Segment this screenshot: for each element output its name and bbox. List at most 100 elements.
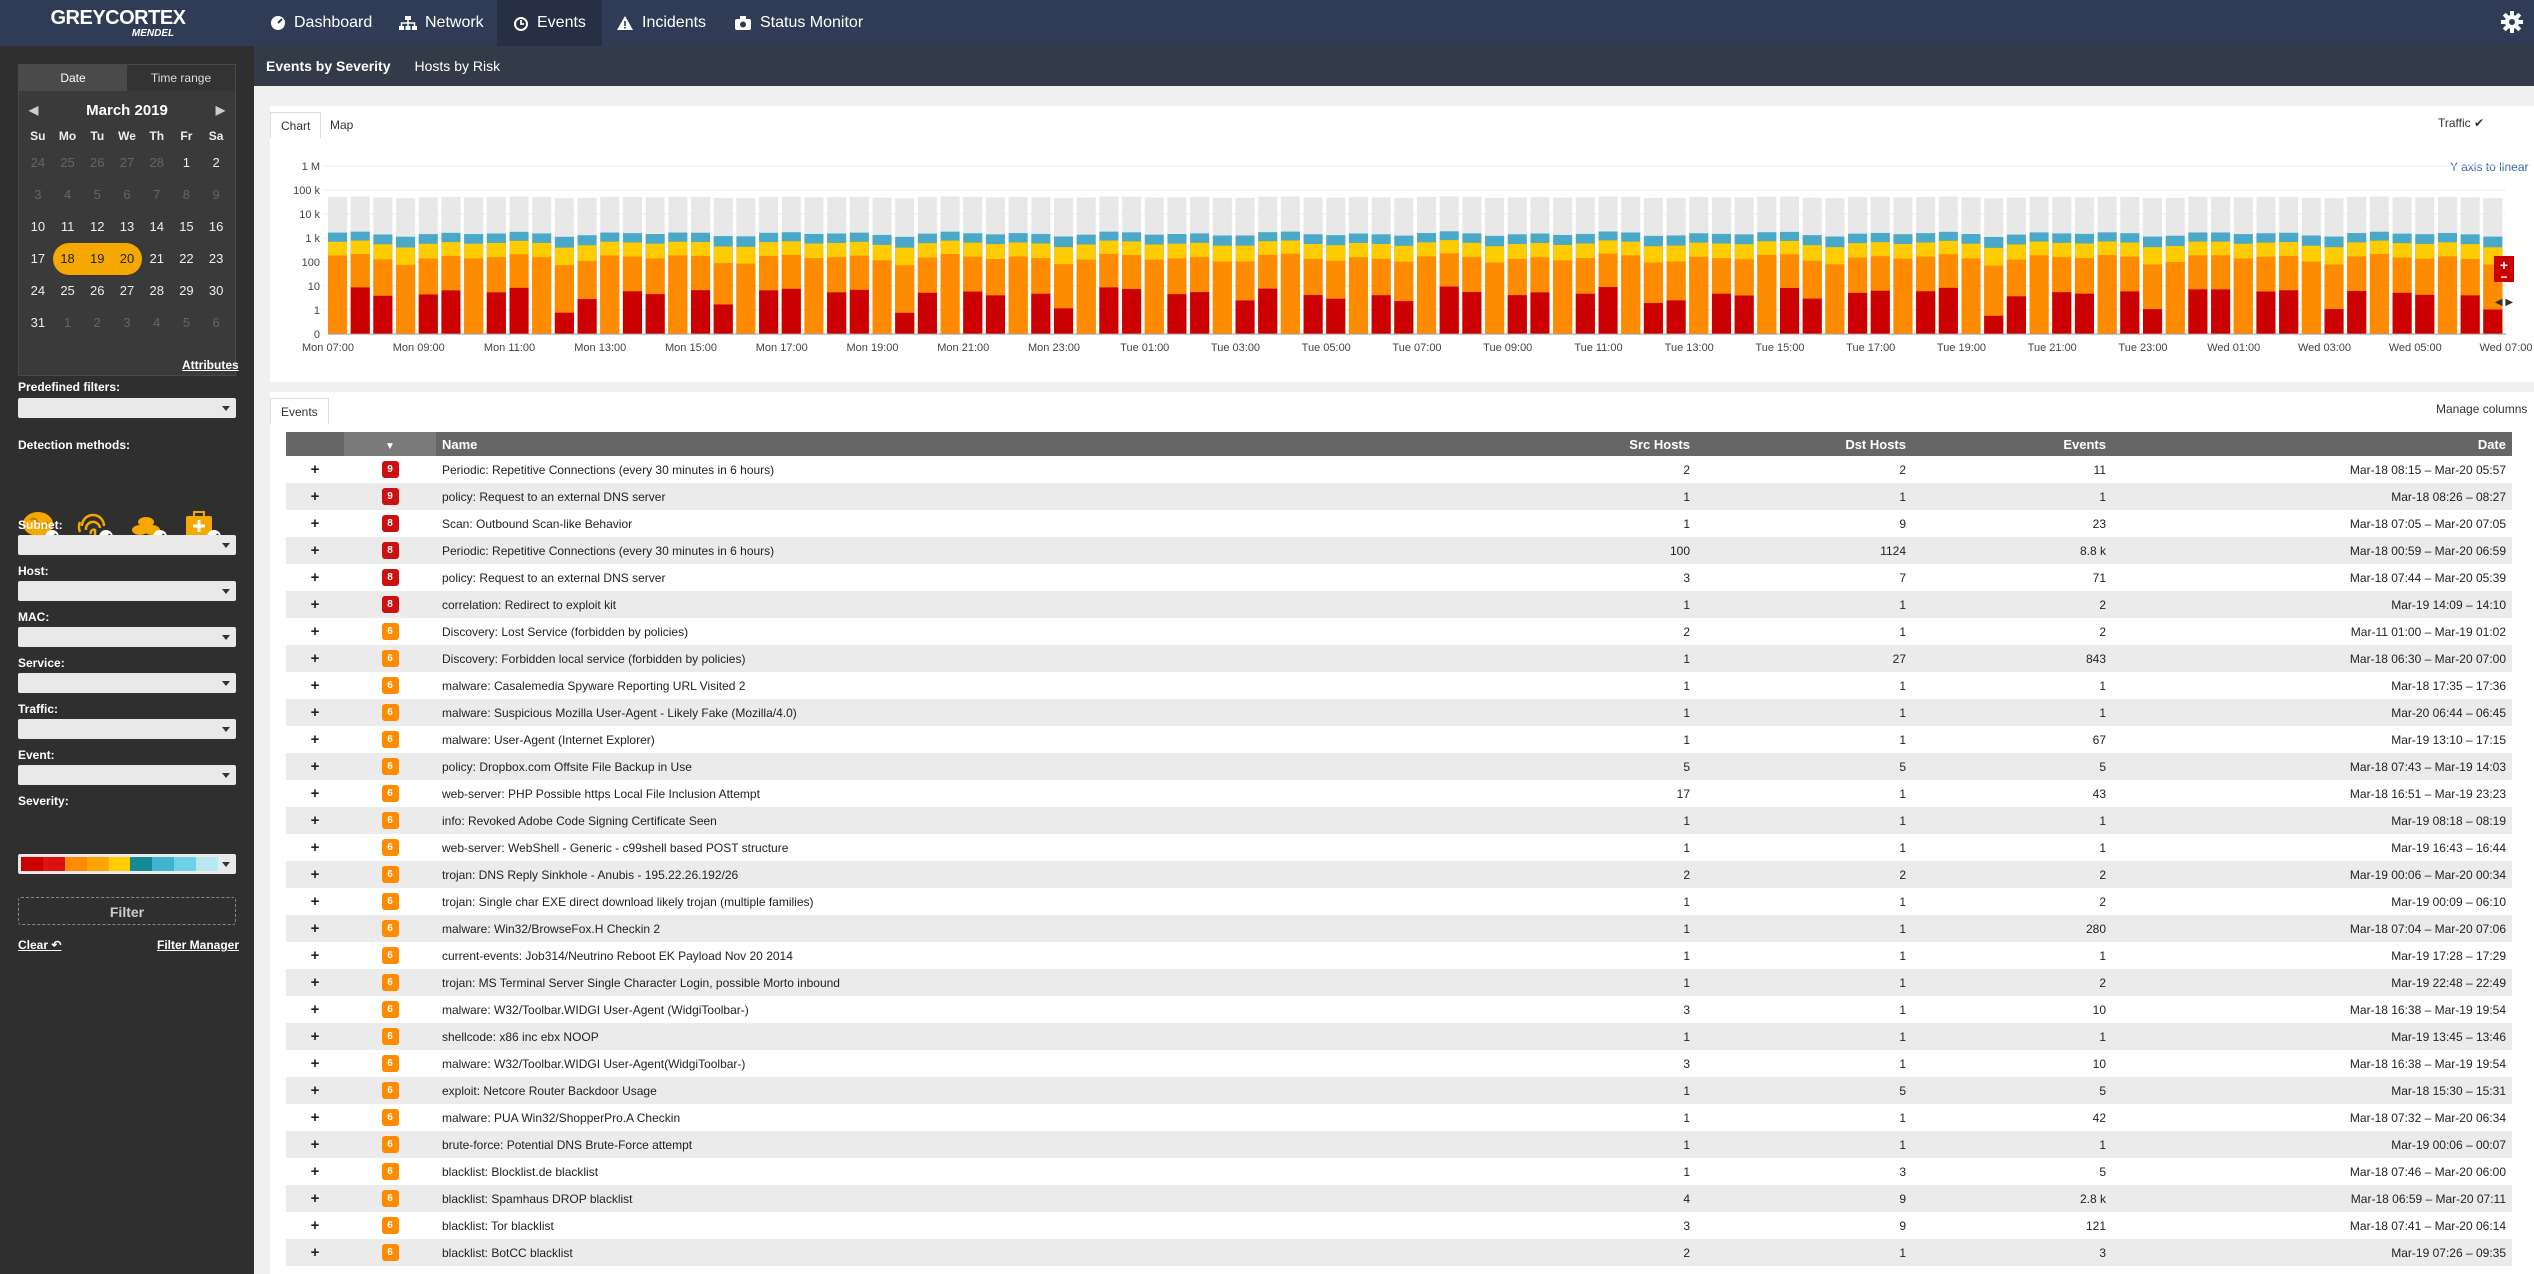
event-name-cell[interactable]: trojan: DNS Reply Sinkhole - Anubis - 19… <box>436 861 1496 888</box>
expand-row-button[interactable]: + <box>286 510 344 537</box>
event-name-cell[interactable]: correlation: Redirect to exploit kit <box>436 591 1496 618</box>
calendar-day[interactable]: 25 <box>53 147 83 179</box>
host-select[interactable] <box>18 581 236 601</box>
table-row[interactable]: +6 malware: W32/Toolbar.WIDGI User-Agent … <box>286 996 2512 1023</box>
expand-row-button[interactable]: + <box>286 1212 344 1239</box>
tab-events-by-severity[interactable]: Events by Severity <box>254 46 403 86</box>
mac-select[interactable] <box>18 627 236 647</box>
calendar-day[interactable]: 12 <box>82 211 112 243</box>
calendar-day[interactable]: 2 <box>201 147 231 179</box>
calendar-day[interactable]: 10 <box>23 211 53 243</box>
calendar-day[interactable]: 25 <box>53 275 83 307</box>
calendar-day[interactable]: 15 <box>172 211 202 243</box>
calendar-day[interactable]: 30 <box>201 275 231 307</box>
table-row[interactable]: +6 trojan: MS Terminal Server Single Char… <box>286 969 2512 996</box>
nav-events[interactable]: Events <box>497 0 602 46</box>
calendar-day[interactable]: 6 <box>201 307 231 339</box>
table-row[interactable]: +8 correlation: Redirect to exploit kit 1 1… <box>286 591 2512 618</box>
calendar-day[interactable]: 4 <box>142 307 172 339</box>
expand-row-button[interactable]: + <box>286 942 344 969</box>
dst-hosts-column-header[interactable]: Dst Hosts <box>1696 432 1912 456</box>
event-name-cell[interactable]: trojan: Single char EXE direct download … <box>436 888 1496 915</box>
expand-row-button[interactable]: + <box>286 1185 344 1212</box>
tab-events[interactable]: Events <box>270 398 329 424</box>
calendar-day[interactable]: 16 <box>201 211 231 243</box>
calendar-day[interactable]: 24 <box>23 147 53 179</box>
table-row[interactable]: +6 malware: Win32/BrowseFox.H Checkin 211… <box>286 915 2512 942</box>
gear-icon[interactable] <box>2500 10 2524 34</box>
event-name-cell[interactable]: trojan: MS Terminal Server Single Charac… <box>436 969 1496 996</box>
event-select[interactable] <box>18 765 236 785</box>
zoom-out-icon[interactable]: − <box>2500 270 2507 284</box>
event-name-cell[interactable]: shellcode: x86 inc ebx NOOP <box>436 1023 1496 1050</box>
severity-column-header[interactable]: ▼ <box>344 432 436 456</box>
event-name-cell[interactable]: blacklist: BotCC blacklist <box>436 1239 1496 1266</box>
expand-row-button[interactable]: + <box>286 888 344 915</box>
expand-row-button[interactable]: + <box>286 699 344 726</box>
table-row[interactable]: +6 trojan: DNS Reply Sinkhole - Anubis - … <box>286 861 2512 888</box>
event-name-cell[interactable]: policy: Dropbox.com Offsite File Backup … <box>436 753 1496 780</box>
table-row[interactable]: +6 info: Revoked Adobe Code Signing Certi… <box>286 807 2512 834</box>
calendar-day[interactable]: 1 <box>53 307 83 339</box>
table-row[interactable]: +6 current-events: Job314/Neutrino Reboot… <box>286 942 2512 969</box>
calendar-day[interactable]: 18 <box>52 243 83 275</box>
clear-link[interactable]: Clear ↶ <box>18 938 61 952</box>
event-name-cell[interactable]: blacklist: Tor blacklist <box>436 1212 1496 1239</box>
table-row[interactable]: +6 malware: Suspicious Mozilla User-Agent… <box>286 699 2512 726</box>
calendar-day[interactable]: 3 <box>112 307 142 339</box>
expand-row-button[interactable]: + <box>286 780 344 807</box>
calendar-day[interactable]: 27 <box>112 147 142 179</box>
event-name-cell[interactable]: policy: Request to an external DNS serve… <box>436 564 1496 591</box>
expand-row-button[interactable]: + <box>286 1239 344 1266</box>
calendar-day[interactable]: 8 <box>172 179 202 211</box>
event-name-cell[interactable]: malware: Casalemedia Spyware Reporting U… <box>436 672 1496 699</box>
calendar-day[interactable]: 26 <box>82 275 112 307</box>
expand-row-button[interactable]: + <box>286 1104 344 1131</box>
event-name-cell[interactable]: malware: W32/Toolbar.WIDGI User-Agent(Wi… <box>436 1050 1496 1077</box>
event-name-cell[interactable]: Discovery: Lost Service (forbidden by po… <box>436 618 1496 645</box>
expand-row-button[interactable]: + <box>286 591 344 618</box>
calendar-day[interactable]: 22 <box>172 243 202 275</box>
expand-row-button[interactable]: + <box>286 1077 344 1104</box>
event-name-cell[interactable]: Periodic: Repetitive Connections (every … <box>436 537 1496 564</box>
events-column-header[interactable]: Events <box>1912 432 2112 456</box>
event-name-cell[interactable]: malware: Win32/BrowseFox.H Checkin 2 <box>436 915 1496 942</box>
expand-row-button[interactable]: + <box>286 1050 344 1077</box>
table-row[interactable]: +6 shellcode: x86 inc ebx NOOP 1 1 1 Mar-19 1… <box>286 1023 2512 1050</box>
table-row[interactable]: +6 malware: User-Agent (Internet Explorer… <box>286 726 2512 753</box>
calendar-day[interactable]: 6 <box>112 179 142 211</box>
calendar-day[interactable]: 9 <box>201 179 231 211</box>
calendar-day[interactable]: 4 <box>53 179 83 211</box>
event-name-cell[interactable]: exploit: Netcore Router Backdoor Usage <box>436 1077 1496 1104</box>
next-month-icon[interactable]: ▶ <box>216 103 225 117</box>
nav-incidents[interactable]: Incidents <box>600 0 722 46</box>
table-row[interactable]: +6 blacklist: Tor blacklist 3 9 121 Mar-18 07… <box>286 1212 2512 1239</box>
date-column-header[interactable]: Date <box>2112 432 2512 456</box>
table-row[interactable]: +6 brute-force: Potential DNS Brute-Force… <box>286 1131 2512 1158</box>
calendar-day[interactable]: 5 <box>172 307 202 339</box>
table-row[interactable]: +6 policy: Dropbox.com Offsite File Backu… <box>286 753 2512 780</box>
event-name-cell[interactable]: info: Revoked Adobe Code Signing Certifi… <box>436 807 1496 834</box>
event-name-cell[interactable]: malware: W32/Toolbar.WIDGI User-Agent (W… <box>436 996 1496 1023</box>
event-name-cell[interactable]: Discovery: Forbidden local service (forb… <box>436 645 1496 672</box>
event-name-cell[interactable]: malware: Suspicious Mozilla User-Agent -… <box>436 699 1496 726</box>
expand-row-button[interactable]: + <box>286 1023 344 1050</box>
tab-map[interactable]: Map <box>320 112 363 138</box>
calendar-day[interactable]: 28 <box>142 275 172 307</box>
event-name-cell[interactable]: current-events: Job314/Neutrino Reboot E… <box>436 942 1496 969</box>
event-name-cell[interactable]: policy: Request to an external DNS serve… <box>436 483 1496 510</box>
calendar-day[interactable]: 7 <box>142 179 172 211</box>
expand-row-button[interactable]: + <box>286 645 344 672</box>
expand-row-button[interactable]: + <box>286 1131 344 1158</box>
src-hosts-column-header[interactable]: Src Hosts <box>1496 432 1696 456</box>
calendar-day[interactable]: 5 <box>82 179 112 211</box>
event-name-cell[interactable]: Scan: Outbound Scan-like Behavior <box>436 510 1496 537</box>
expand-row-button[interactable]: + <box>286 915 344 942</box>
calendar-day[interactable]: 26 <box>82 147 112 179</box>
filter-button[interactable]: Filter <box>18 897 236 925</box>
pan-arrows-icon[interactable]: ◀ ▶ <box>2495 297 2513 308</box>
table-row[interactable]: +6 blacklist: Spamhaus DROP blacklist 4 9 2.… <box>286 1185 2512 1212</box>
table-row[interactable]: +6 Discovery: Forbidden local service (fo… <box>286 645 2512 672</box>
event-name-cell[interactable]: malware: PUA Win32/ShopperPro.A Checkin <box>436 1104 1496 1131</box>
calendar-day[interactable]: 3 <box>23 179 53 211</box>
